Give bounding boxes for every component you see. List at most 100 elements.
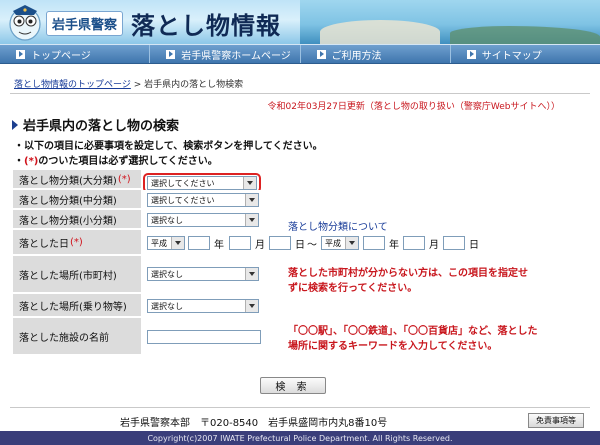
year-unit: 年 — [389, 240, 399, 251]
chevron-down-icon — [245, 214, 258, 226]
year-to-input[interactable] — [363, 236, 385, 250]
form-row-date: 落とした日 (*) 平成 年 月 日 ～ 平成 年 月 日 — [13, 230, 577, 256]
nav-usage[interactable]: ご利用方法 — [301, 45, 451, 63]
bullet: ・ — [14, 156, 24, 167]
middle-category-select[interactable]: 選択してください — [147, 193, 259, 207]
field-label: 落とした日 (*) — [13, 230, 141, 254]
chevron-down-icon — [243, 177, 256, 189]
divider — [10, 93, 590, 94]
category-help-link[interactable]: 落とし物分類について — [288, 218, 388, 233]
triangle-icon — [12, 119, 18, 130]
arrow-right-icon — [316, 49, 326, 59]
month-from-input[interactable] — [229, 236, 251, 250]
form-row-middle: 落とし物分類(中分類) 選択してください — [13, 190, 577, 210]
breadcrumb: 落とし物情報のトップページ > 岩手県内の落とし物検索 — [14, 77, 243, 90]
city-note-line: 落とした市町村が分からない方は、この項目を指定せ — [288, 268, 528, 279]
page-title-text: 岩手県内の落とし物の検索 — [23, 119, 180, 134]
required-note: ・(*)のついた項目は必ず選択してください。 — [14, 152, 218, 167]
nav-label: サイトマップ — [481, 50, 542, 62]
field-label: 落とし物分類(小分類) — [13, 210, 141, 228]
facility-note-line: 「〇〇駅」、「〇〇鉄道」、「〇〇百貨店」など、落とした — [288, 326, 538, 337]
day-to-input[interactable] — [443, 236, 465, 250]
field-cell: 平成 年 月 日 ～ 平成 年 月 日 — [141, 230, 577, 254]
form-row-vehicle: 落とした場所(乗り物等) 選択なし — [13, 294, 577, 318]
major-category-select[interactable]: 選択してください — [147, 176, 257, 190]
year-from-input[interactable] — [188, 236, 210, 250]
footer-address: 岩手県警察本部 〒020-8540 岩手県盛岡市内丸8番10号 — [120, 418, 388, 429]
select-value: 平成 — [151, 238, 167, 248]
nav-label: ご利用方法 — [331, 50, 382, 62]
nav-top-page[interactable]: トップページ — [0, 45, 151, 63]
chevron-down-icon — [245, 268, 258, 280]
day-unit: 日 — [469, 240, 479, 251]
day-unit: 日 — [295, 240, 305, 251]
facility-note: 「〇〇駅」、「〇〇鉄道」、「〇〇百貨店」など、落とした 場所に関するキーワードを… — [288, 324, 538, 354]
field-label: 落とし物分類(中分類) — [13, 190, 141, 208]
required-mark: (*) — [24, 156, 39, 167]
breadcrumb-top-link[interactable]: 落とし物情報のトップページ — [14, 80, 131, 90]
day-from-input[interactable] — [269, 236, 291, 250]
select-value: 選択なし — [151, 215, 183, 225]
range-tilde: ～ — [307, 240, 317, 251]
copyright-text: Copyright(c)2007 IWATE Prefectural Polic… — [147, 433, 453, 443]
label-text: 落とし物分類(小分類) — [19, 215, 117, 227]
copyright-bar: Copyright(c)2007 IWATE Prefectural Polic… — [0, 431, 600, 445]
facility-name-input[interactable] — [147, 330, 261, 344]
label-text: 落とした場所(乗り物等) — [19, 301, 127, 313]
select-value: 選択なし — [151, 269, 183, 279]
field-cell: 選択なし — [141, 294, 577, 316]
disclaimer-button[interactable]: 免責事項等 — [528, 413, 584, 428]
required-note-text: のついた項目は必ず選択してください。 — [38, 156, 218, 167]
divider — [10, 407, 590, 408]
city-select[interactable]: 選択なし — [147, 267, 259, 281]
era-to-select[interactable]: 平成 — [321, 236, 359, 250]
nav-sitemap[interactable]: サイトマップ — [451, 45, 600, 63]
breadcrumb-separator: > — [130, 80, 145, 90]
era-from-select[interactable]: 平成 — [147, 236, 185, 250]
police-label: 岩手県警察 — [46, 11, 124, 36]
field-label: 落とした施設の名前 — [13, 318, 141, 354]
arrow-right-icon — [166, 49, 176, 59]
top-nav: トップページ 岩手県警察ホームページ ご利用方法 サイトマップ — [0, 44, 600, 64]
minor-category-select[interactable]: 選択なし — [147, 213, 259, 227]
site-banner: 岩手県警察 落とし物情報 — [0, 0, 600, 44]
chevron-down-icon — [245, 194, 258, 206]
select-value: 選択してください — [151, 195, 215, 205]
banner-scenery — [300, 0, 600, 44]
arrow-right-icon — [16, 49, 25, 59]
label-text: 落とし物分類(大分類) — [19, 175, 117, 187]
label-text: 落とした施設の名前 — [19, 332, 109, 344]
search-button[interactable]: 検 索 — [260, 377, 326, 394]
field-label: 落とした場所(乗り物等) — [13, 294, 141, 316]
page-title: 岩手県内の落とし物の検索 — [12, 115, 179, 134]
update-info-link[interactable]: 令和02年03月27日更新（落とし物の取り扱い（警察庁Webサイトへ）） — [268, 99, 560, 112]
facility-note-line: 場所に関するキーワードを入力してください。 — [288, 341, 498, 352]
label-text: 落とした場所(市町村) — [19, 270, 117, 282]
city-note: 落とした市町村が分からない方は、この項目を指定せ ずに検索を行ってください。 — [288, 266, 528, 296]
nav-police-homepage[interactable]: 岩手県警察ホームページ — [150, 45, 301, 63]
site-title: 落とし物情報 — [131, 12, 282, 40]
arrow-right-icon — [466, 49, 476, 59]
chevron-down-icon — [345, 237, 358, 249]
month-unit: 月 — [255, 240, 265, 251]
select-value: 平成 — [325, 238, 341, 248]
chevron-down-icon — [171, 237, 184, 249]
instruction-text: ・以下の項目に必要事項を設定して、検索ボタンを押してください。 — [14, 141, 323, 152]
mascot-icon — [9, 5, 41, 41]
month-to-input[interactable] — [403, 236, 425, 250]
select-value: 選択なし — [151, 301, 183, 311]
select-value: 選択してください — [151, 178, 215, 188]
field-label: 落とした場所(市町村) — [13, 256, 141, 292]
field-cell: 選択してください — [141, 170, 577, 193]
field-label: 落とし物分類(大分類) (*) — [13, 170, 141, 188]
required-mark: (*) — [70, 236, 83, 248]
nav-label: トップページ — [31, 50, 91, 62]
city-note-line: ずに検索を行ってください。 — [288, 283, 418, 294]
nav-label: 岩手県警察ホームページ — [181, 50, 291, 62]
field-cell: 選択してください — [141, 190, 577, 208]
vehicle-select[interactable]: 選択なし — [147, 299, 259, 313]
breadcrumb-current: 岩手県内の落とし物検索 — [144, 80, 244, 90]
form-row-major: 落とし物分類(大分類) (*) 選択してください — [13, 170, 577, 193]
label-text: 落とし物分類(中分類) — [19, 195, 117, 207]
year-unit: 年 — [214, 240, 224, 251]
